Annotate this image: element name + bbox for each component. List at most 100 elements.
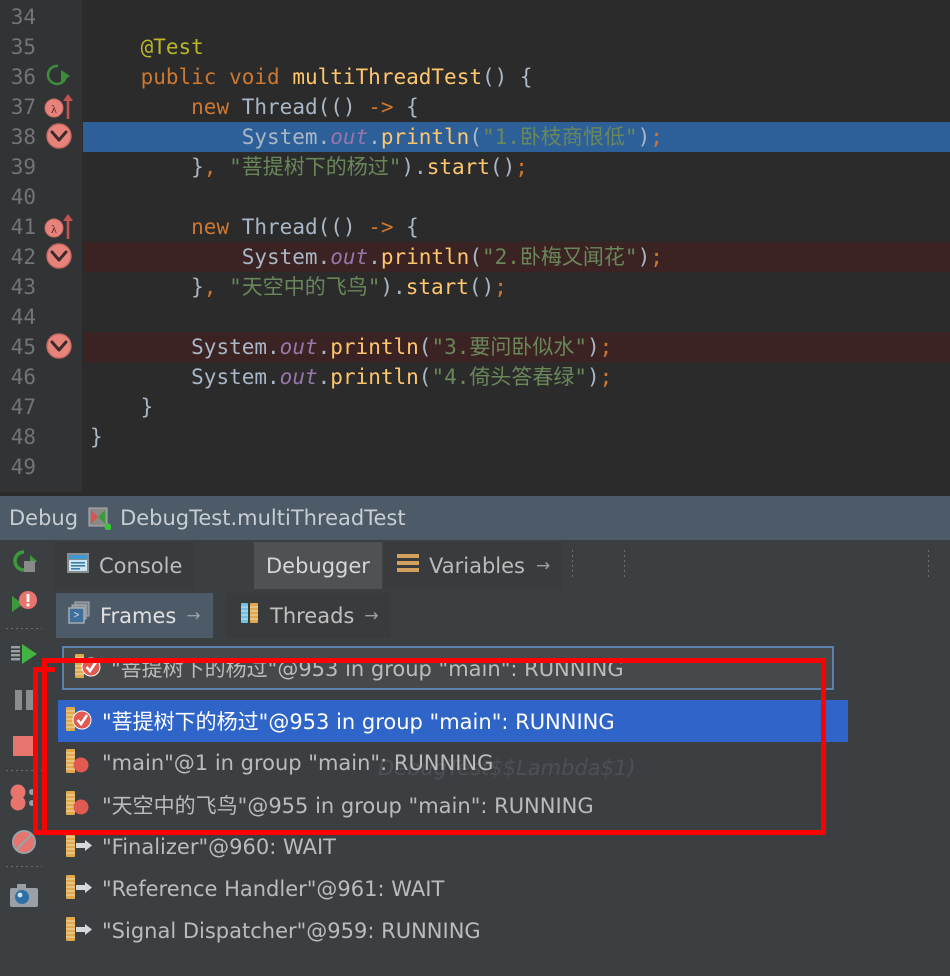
code-line[interactable]: @Test [83,32,950,62]
thread-selector-combobox[interactable]: "菩提树下的杨过"@953 in group "main": RUNNING [62,646,834,690]
code-line[interactable] [83,2,950,32]
code-line[interactable] [83,452,950,482]
code-line[interactable]: }, "菩提树下的杨过").start(); [83,152,950,182]
line-number: 38 [11,122,36,152]
gutter-row[interactable]: 45 [0,332,82,362]
lambda-breakpoint-icon[interactable]: λ [44,92,78,122]
line-number: 42 [11,242,36,272]
settings-camera-icon[interactable] [4,876,44,916]
subtab-threads-label: Threads [270,604,354,628]
code-line[interactable]: } [83,422,950,452]
tab-debugger[interactable]: Debugger [254,542,382,589]
code-line[interactable]: System.out.println("1.卧枝商恨低"); [83,122,950,152]
subtab-frames-pin-icon[interactable]: → [186,606,200,626]
lambda-breakpoint-icon[interactable]: λ [44,212,78,242]
rerun-configuration-icon[interactable] [87,506,111,530]
gutter-row[interactable]: 49 [0,452,82,482]
code-line[interactable] [83,182,950,212]
subtab-threads[interactable]: Threads → [226,593,391,638]
code-line[interactable]: System.out.println("2.卧梅又闻花"); [83,242,950,272]
gutter-row[interactable]: 34 [0,2,82,32]
code-line[interactable]: public void multiThreadTest() { [83,62,950,92]
subtab-frames[interactable]: > Frames → [56,593,213,638]
code-line[interactable]: new Thread(() -> { [83,212,950,242]
thread-item-label: "菩提树下的杨过"@953 in group "main": RUNNING [102,706,615,736]
code-line[interactable]: } [83,392,950,422]
code-line-text: new Thread(() -> { [83,92,419,122]
line-number: 49 [11,452,36,482]
gutter-row[interactable]: 36 [0,62,82,92]
gutter-row[interactable]: 42 [0,242,82,272]
line-number: 43 [11,272,36,302]
thread-item-label: "Reference Handler"@961: WAIT [102,877,444,901]
code-line-text: }, "天空中的飞鸟").start(); [83,272,507,302]
line-number: 41 [11,212,36,242]
code-line[interactable]: System.out.println("4.倚头答春绿"); [83,362,950,392]
code-line-text: new Thread(() -> { [83,212,419,242]
line-number: 34 [11,2,36,32]
code-line-text: System.out.println("4.倚头答春绿"); [83,362,612,392]
line-number: 40 [11,182,36,212]
gutter-row[interactable]: 39 [0,152,82,182]
run-gutter-icon[interactable] [44,62,78,92]
thread-suspended-icon [64,706,94,737]
debug-window-label: Debug [9,506,78,530]
sidebar-divider-1 [6,628,42,629]
mute-breakpoints-icon[interactable] [4,822,44,862]
thread-list-item[interactable]: "菩提树下的杨过"@953 in group "main": RUNNING [58,700,848,742]
gutter-row[interactable]: 40 [0,182,82,212]
frames-icon: > [68,601,92,630]
thread-list-item[interactable]: "Finalizer"@960: WAIT [58,826,848,868]
tab-variables[interactable]: Variables → [384,542,562,589]
thread-wait-icon [64,916,94,947]
subtab-threads-pin-icon[interactable]: → [364,606,378,626]
thread-list-item[interactable]: "天空中的飞鸟"@955 in group "main": RUNNING [58,784,848,826]
sidebar-divider-3 [6,866,42,867]
code-line[interactable]: }, "天空中的飞鸟").start(); [83,272,950,302]
gutter-row[interactable]: 48 [0,422,82,452]
gutter-row[interactable]: 38 [0,122,82,152]
code-line-text: }, "菩提树下的杨过").start(); [83,152,528,182]
gutter-row[interactable]: 44 [0,302,82,332]
tab-console[interactable]: Console [54,542,194,589]
line-number: 44 [11,302,36,332]
breakpoint-icon[interactable] [44,332,78,362]
console-icon [66,551,90,580]
code-line-text: System.out.println("3.要问卧似水"); [83,332,612,362]
stop-icon[interactable] [4,726,44,766]
rerun-icon[interactable] [4,542,44,582]
code-line[interactable]: System.out.println("3.要问卧似水"); [83,332,950,362]
subtab-frames-label: Frames [100,604,176,628]
code-line-text: System.out.println("1.卧枝商恨低"); [83,122,663,152]
tab-variables-pin-icon[interactable]: → [536,556,550,576]
thread-list-item[interactable]: "Reference Handler"@961: WAIT [58,868,848,910]
code-line[interactable] [83,302,950,332]
gutter-row[interactable]: 46 [0,362,82,392]
thread-suspended-icon [73,653,103,683]
code-line[interactable]: new Thread(() -> { [83,92,950,122]
gutter-row[interactable]: 47 [0,392,82,422]
resume-program-icon[interactable] [4,634,44,674]
breakpoint-icon[interactable] [44,242,78,272]
view-breakpoints-icon[interactable] [4,778,44,818]
code-line-text: System.out.println("2.卧梅又闻花"); [83,242,663,272]
pause-program-icon[interactable] [4,680,44,720]
thread-list-item[interactable]: "main"@1 in group "main": RUNNING [58,742,848,784]
code-editor[interactable]: 3435 @Test36 public void multiThreadTest… [0,0,950,492]
line-number: 37 [11,92,36,122]
code-line-text: } [83,392,153,422]
thread-running-icon [64,790,94,821]
debug-session-title: DebugTest.multiThreadTest [120,506,406,530]
thread-list-item[interactable]: "Signal Dispatcher"@959: RUNNING [58,910,848,952]
line-number: 47 [11,392,36,422]
thread-wait-icon [64,832,94,863]
gutter-row[interactable]: 37 λ [0,92,82,122]
line-number: 35 [11,32,36,62]
thread-running-icon [64,748,94,779]
gutter-row[interactable]: 41 λ [0,212,82,242]
tab-variables-label: Variables [429,554,525,578]
gutter-row[interactable]: 35 [0,32,82,62]
gutter-row[interactable]: 43 [0,272,82,302]
breakpoint-icon[interactable] [44,122,78,152]
rerun-failed-tests-icon[interactable] [4,584,44,624]
